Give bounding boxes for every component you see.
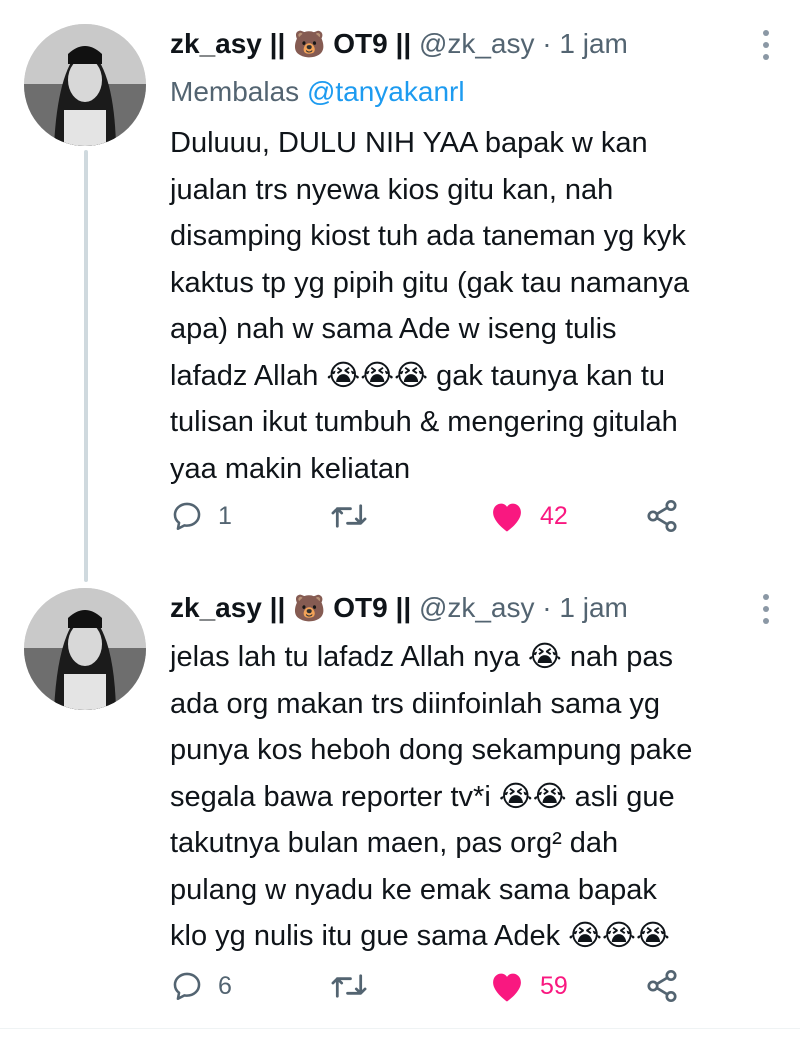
avatar[interactable]: [24, 24, 146, 146]
bear-emoji: 🐻: [293, 593, 326, 623]
like-count: 59: [540, 971, 568, 1000]
replying-to: Membalas @tanyakanrl: [170, 74, 465, 110]
more-vertical-icon[interactable]: [762, 594, 770, 624]
display-name-suffix[interactable]: OT9 ||: [333, 28, 411, 59]
tweet[interactable]: zk_asy || 🐻 OT9 || @zk_asy · 1 jam jelas…: [0, 580, 800, 1020]
reply-count: 1: [218, 501, 232, 530]
share-button[interactable]: [644, 496, 680, 536]
tweet-text-line: lafadz Allah 😭😭😭 gak taunya kan tu: [170, 359, 666, 392]
separator-dot: ·: [542, 28, 552, 59]
reply-icon: [173, 972, 201, 1001]
tweet-text-line: ada org makan trs diinfoinlah sama yg: [170, 687, 661, 720]
reply-button[interactable]: 6: [170, 966, 232, 1006]
more-vertical-icon[interactable]: [762, 30, 770, 60]
action-bar: 1 42: [170, 496, 730, 536]
handle[interactable]: @zk_asy: [419, 592, 535, 623]
tweet[interactable]: zk_asy || 🐻 OT9 || @zk_asy · 1 jam Memba…: [0, 0, 800, 582]
tweet-text-line: punya kos heboh dong sekampung pake: [170, 734, 693, 766]
display-name-suffix[interactable]: OT9 ||: [333, 592, 411, 623]
replying-label: Membalas: [170, 76, 300, 107]
tweet-text-line: segala bawa reporter tv*i 😭😭 asli gue: [170, 780, 675, 813]
handle[interactable]: @zk_asy: [419, 28, 535, 59]
heart-icon: [493, 503, 521, 532]
tweet-header: zk_asy || 🐻 OT9 || @zk_asy · 1 jam: [170, 590, 628, 626]
retweet-icon: [331, 974, 367, 998]
reply-button[interactable]: 1: [170, 496, 232, 536]
retweet-button[interactable]: [330, 496, 382, 536]
tweet-text: Duluuu, DULU NIH YAA bapak w kan jualan …: [170, 120, 780, 492]
bottom-divider: [0, 1028, 800, 1029]
tweet-text-line: pulang w nyadu ke emak sama bapak: [170, 873, 657, 906]
reply-count: 6: [218, 971, 232, 1000]
tweet-text-line: tulisan ikut tumbuh & mengering gitulah: [170, 406, 678, 438]
tweet-text-line: jualan trs nyewa kios gitu kan, nah: [170, 173, 614, 206]
like-button[interactable]: 59: [488, 966, 568, 1006]
heart-icon: [493, 973, 521, 1002]
share-icon: [647, 499, 677, 533]
retweet-button[interactable]: [330, 966, 382, 1006]
action-bar: 6 59: [170, 966, 730, 1006]
tweet-text: jelas lah tu lafadz Allah nya 😭 nah pas …: [170, 634, 780, 960]
like-button[interactable]: 42: [488, 496, 568, 536]
separator-dot: ·: [542, 592, 552, 623]
mention-link[interactable]: @tanyakanrl: [307, 76, 465, 107]
tweet-text-line: jelas lah tu lafadz Allah nya 😭 nah pas: [170, 641, 674, 673]
share-button[interactable]: [644, 966, 680, 1006]
share-icon: [647, 969, 677, 1003]
thread-connector-line: [84, 150, 88, 582]
tweet-text-line: apa) nah w sama Ade w iseng tulis: [170, 313, 617, 345]
display-name[interactable]: zk_asy ||: [170, 592, 285, 623]
tweet-text-line: takutnya bulan maen, pas org² dah: [170, 827, 619, 859]
avatar[interactable]: [24, 588, 146, 710]
tweet-header: zk_asy || 🐻 OT9 || @zk_asy · 1 jam: [170, 26, 628, 62]
tweet-text-line: yaa makin keliatan: [170, 452, 411, 485]
avatar-photo: [24, 588, 146, 710]
tweet-text-line: kaktus tp yg pipih gitu (gak tau namanya: [170, 266, 690, 299]
bear-emoji: 🐻: [293, 29, 326, 59]
tweet-text-line: Duluuu, DULU NIH YAA bapak w kan: [170, 127, 648, 159]
display-name[interactable]: zk_asy ||: [170, 28, 285, 59]
like-count: 42: [540, 501, 568, 530]
tweet-text-line: klo yg nulis itu gue sama Adek 😭😭😭: [170, 920, 670, 952]
reply-icon: [173, 502, 201, 531]
avatar-photo: [24, 24, 146, 146]
timestamp[interactable]: 1 jam: [559, 28, 627, 59]
timestamp[interactable]: 1 jam: [559, 592, 627, 623]
retweet-icon: [331, 504, 367, 528]
tweet-text-line: disamping kiost tuh ada taneman yg kyk: [170, 220, 686, 252]
